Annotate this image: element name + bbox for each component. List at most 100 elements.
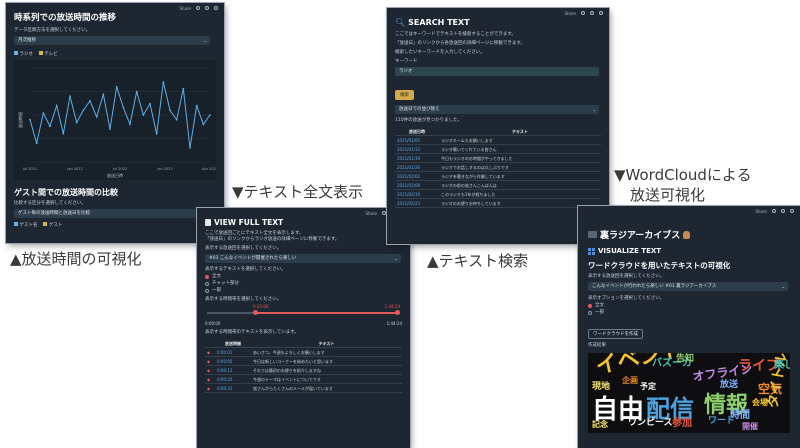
time-series-chart[interactable]: 放送時間 放送日時 Jul 2021 Jan 2022 Jul 2022 Jan 20… bbox=[14, 60, 216, 180]
data-point[interactable] bbox=[149, 102, 151, 105]
data-point[interactable] bbox=[75, 121, 78, 124]
row-date-link[interactable]: 2021/01/12 bbox=[395, 144, 439, 154]
radio-dot bbox=[205, 274, 209, 279]
data-point[interactable] bbox=[195, 104, 198, 107]
data-point[interactable] bbox=[29, 118, 31, 121]
row-date-link[interactable]: 2021/01/19 bbox=[395, 153, 439, 163]
menu-icon[interactable] bbox=[214, 6, 218, 10]
menu-icon[interactable] bbox=[599, 11, 603, 15]
data-point[interactable] bbox=[115, 85, 118, 88]
data-point[interactable] bbox=[55, 104, 58, 107]
radio-chat[interactable]: チャット部分 bbox=[205, 280, 402, 287]
table-row: ◆ 0:00:01 あいさつ、今週もよろしくお願いします bbox=[205, 347, 402, 357]
data-point[interactable] bbox=[89, 100, 91, 102]
wordcloud-word: 企画 bbox=[622, 376, 638, 385]
page-title-row: 🔍︎ SEARCH TEXT bbox=[395, 18, 601, 27]
page-title: VIEW FULL TEXT bbox=[214, 218, 284, 227]
page-title-row: VIEW FULL TEXT bbox=[205, 218, 402, 227]
row-time-link[interactable]: 0:00:01 bbox=[215, 347, 251, 357]
table-row: 2021/02/16 このラジオも1年が経ちました bbox=[395, 189, 601, 199]
radio-label-partial: 一部 bbox=[212, 288, 221, 293]
comparison-select[interactable]: ゲスト毎の放送時間と放送日を比較⌄ bbox=[14, 209, 210, 218]
share-button[interactable]: Share bbox=[365, 211, 377, 216]
table-row: ◆ 0:00:20 今週のテーマはイベントについてです bbox=[205, 374, 402, 384]
wordcloud-word: 会場 bbox=[752, 398, 768, 407]
create-wordcloud-button[interactable]: ワードクラウドを作成 bbox=[588, 329, 643, 339]
data-point[interactable] bbox=[209, 114, 211, 116]
data-point[interactable] bbox=[189, 147, 191, 149]
data-point[interactable] bbox=[35, 142, 38, 145]
share-button[interactable]: Share bbox=[564, 11, 576, 16]
data-point[interactable] bbox=[102, 93, 105, 96]
slider-handle-start[interactable] bbox=[253, 310, 258, 315]
data-point[interactable] bbox=[49, 125, 51, 128]
share-button[interactable]: Share bbox=[179, 6, 191, 11]
time-range-slider[interactable]: 0:25:00 1:44:24 bbox=[205, 304, 402, 321]
data-point[interactable] bbox=[182, 87, 185, 90]
data-point[interactable] bbox=[175, 118, 178, 121]
row-text: ラジオネームもお願いします bbox=[439, 135, 601, 145]
data-point[interactable] bbox=[42, 112, 45, 115]
star-icon[interactable] bbox=[772, 209, 776, 213]
data-point[interactable] bbox=[69, 95, 71, 98]
data-point[interactable] bbox=[129, 123, 131, 126]
row-date-link[interactable]: 2021/02/23 bbox=[395, 198, 439, 208]
data-point[interactable] bbox=[82, 109, 85, 112]
episode-select[interactable]: こんなイベントが行われたら楽しい #01 裏ラジアーカイブス ⌄ bbox=[588, 282, 788, 291]
grid-icon bbox=[588, 247, 595, 255]
data-point[interactable] bbox=[95, 115, 98, 118]
column-text-header: テキスト bbox=[439, 127, 601, 136]
sort-select[interactable]: 放送日での並び替え ⌄ bbox=[395, 105, 599, 114]
search-button[interactable]: 検索 bbox=[395, 90, 414, 100]
data-point[interactable] bbox=[135, 90, 138, 93]
legend-item-guest2[interactable]: ゲスト bbox=[43, 222, 62, 229]
github-icon[interactable] bbox=[205, 6, 209, 10]
row-date-link[interactable]: 2021/01/26 bbox=[395, 162, 439, 172]
data-point[interactable] bbox=[202, 123, 205, 126]
menu-icon[interactable] bbox=[790, 209, 794, 213]
keyword-input[interactable]: ラジオ bbox=[395, 67, 599, 76]
wordcloud-image: イベント 自由 配信 情報 ライブ オフライン 空気 バズーカ 現地 時間 タイトル ワンピース ワード… bbox=[588, 353, 790, 433]
comparison-legend: ゲスト名 ゲスト bbox=[14, 222, 216, 229]
row-date-link[interactable]: 2021/02/09 bbox=[395, 180, 439, 190]
row-time-link[interactable]: 0:00:12 bbox=[215, 365, 251, 375]
radio-full[interactable]: 全文 bbox=[205, 273, 402, 280]
x-tick-label: Jan 2022 bbox=[66, 167, 82, 171]
data-point[interactable] bbox=[162, 81, 165, 83]
row-text: ラジオでお話しするのは久しぶりです bbox=[439, 162, 601, 172]
chevron-down-icon: ⌄ bbox=[781, 284, 785, 289]
legend-item-radio[interactable]: ラジオ bbox=[14, 51, 33, 58]
row-time-link[interactable]: 0:00:20 bbox=[215, 374, 251, 384]
data-point[interactable] bbox=[109, 128, 111, 130]
radio-label-full: 全文 bbox=[212, 274, 221, 279]
row-time-link[interactable]: 0:00:05 bbox=[215, 356, 251, 366]
radio-partial[interactable]: 一部 bbox=[205, 287, 402, 294]
legend-item-guest[interactable]: ゲスト名 bbox=[14, 222, 37, 229]
owl-icon bbox=[683, 230, 691, 239]
period-select[interactable]: 月次推移 ⌄ bbox=[14, 36, 210, 45]
star-icon[interactable] bbox=[382, 211, 386, 215]
star-icon[interactable] bbox=[581, 11, 585, 15]
period-select-value: 月次推移 bbox=[18, 38, 36, 43]
github-icon[interactable] bbox=[590, 11, 594, 15]
row-date-link[interactable]: 2021/02/02 bbox=[395, 171, 439, 181]
star-icon[interactable] bbox=[196, 6, 200, 10]
share-button[interactable]: Share bbox=[755, 209, 767, 214]
data-point[interactable] bbox=[169, 109, 171, 112]
radio-full[interactable]: 全文 bbox=[588, 302, 790, 309]
table-row: 2021/01/26 ラジオでお話しするのは久しぶりです bbox=[395, 162, 601, 172]
legend-item-tv[interactable]: テレビ bbox=[38, 51, 58, 58]
full-text-table: 放送時間 テキスト ◆ 0:00:01 あいさつ、今週もよろしくお願いします ◆ 0:0… bbox=[205, 339, 402, 393]
data-point[interactable] bbox=[62, 132, 65, 135]
episode-select[interactable]: #01 こんなイベントが開催されたら楽しい ⌄ bbox=[205, 254, 401, 263]
data-point[interactable] bbox=[155, 132, 158, 135]
row-date-link[interactable]: 2021/01/05 bbox=[395, 135, 439, 145]
slider-handle-end[interactable] bbox=[395, 310, 400, 315]
data-point[interactable] bbox=[122, 106, 125, 109]
github-icon[interactable] bbox=[781, 209, 785, 213]
page-subtitle: VISUALIZE TEXT bbox=[598, 247, 662, 255]
row-time-link[interactable]: 0:00:31 bbox=[215, 383, 251, 393]
radio-partial[interactable]: 一部 bbox=[588, 309, 790, 316]
data-point[interactable] bbox=[142, 114, 145, 116]
row-date-link[interactable]: 2021/02/16 bbox=[395, 189, 439, 199]
